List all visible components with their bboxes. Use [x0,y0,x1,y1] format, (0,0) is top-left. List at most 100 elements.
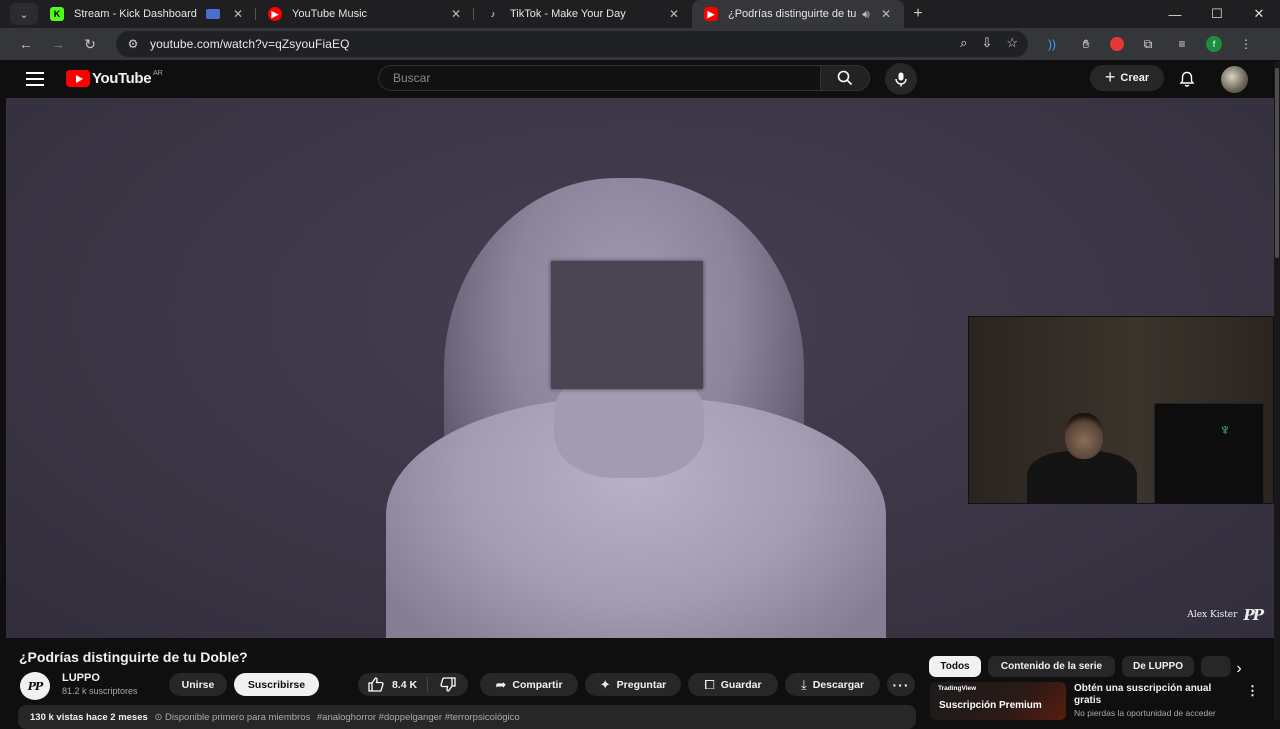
ad-thumbnail[interactable]: TradingView Suscripción Premium [930,682,1066,720]
youtube-play-logo-icon [66,70,90,87]
hashtags[interactable]: #analoghorror #doppelganger #terrorpsico… [317,712,520,723]
ad-subtitle: No pierdas la oportunidad de acceder [1074,708,1216,718]
kick-icon: K [50,7,64,21]
create-button[interactable]: + Crear [1090,65,1164,91]
tab-title: Stream - Kick Dashboard [74,8,197,20]
forward-icon[interactable]: → [42,36,74,52]
thumbs-down-icon [440,677,456,692]
ad-thumbnail-title: Suscripción Premium [939,700,1042,711]
close-tab-icon[interactable]: ✕ [230,7,246,21]
members-first-note: ⊙ Disponible primero para miembros [154,712,311,723]
video-watermark: Alex Kister PP [1187,606,1264,624]
notifications-button[interactable] [1176,68,1198,90]
tab-kick[interactable]: K Stream - Kick Dashboard ✕ [38,0,256,28]
channel-avatar[interactable]: PP [20,672,50,700]
profile-icon[interactable]: f [1206,36,1222,52]
back-icon[interactable]: ← [10,36,42,52]
youtube-music-icon: ▶ [268,7,282,21]
screen-share-icon [206,9,220,19]
chip-series-content[interactable]: Contenido de la serie [988,656,1115,677]
tab-title: ¿Podrías distinguirte de tu Doble? [728,8,858,20]
logo-text: YouTube [92,70,152,87]
share-label: Compartir [512,678,563,691]
country-code: AR [153,70,163,77]
browser-tabstrip: ⌄ K Stream - Kick Dashboard ✕ ▶ YouTube … [0,0,1280,28]
url-text[interactable]: youtube.com/watch?v=qZsyouFiaEQ [150,37,350,51]
extensions-puzzle-icon[interactable]: ⧉ [1138,34,1158,54]
zoom-icon[interactable]: ⌕ [960,35,967,51]
censored-face-box [551,261,703,389]
create-label: Crear [1120,72,1150,84]
tab-tiktok[interactable]: ♪ TikTok - Make Your Day ✕ [474,0,692,28]
tab-title: YouTube Music [292,8,368,20]
webcam-monitor: ♆ [1154,403,1264,503]
menu-icon[interactable] [26,72,44,86]
download-icon: ⤓ [800,676,807,692]
media-control-icon[interactable]: ≡ [1172,34,1192,54]
search-button[interactable] [820,65,870,91]
share-icon: ➦ [495,676,507,692]
youtube-logo[interactable]: YouTube AR [66,70,163,87]
ask-label: Preguntar [616,678,667,691]
tiktok-icon: ♪ [490,9,496,19]
bookmark-star-icon[interactable]: ☆ [1006,35,1018,51]
maximize-icon[interactable]: ☐ [1196,0,1238,28]
close-tab-icon[interactable]: ✕ [448,7,464,21]
reload-icon[interactable]: ↻ [74,36,106,53]
subscribe-button[interactable]: Suscribirse [234,673,319,696]
ad-title[interactable]: Obtén una suscripción anual gratis [1074,683,1238,707]
save-button[interactable]: ⧠ Guardar [688,673,778,696]
razer-logo-icon: ♆ [1219,422,1231,439]
download-label: Descargar [812,678,865,691]
extension-wave-icon[interactable]: )) [1042,34,1062,54]
tab-youtube-video[interactable]: ▶ ¿Podrías distinguirte de tu Doble? 🔊︎ … [692,0,904,28]
minimize-icon[interactable]: — [1154,0,1196,28]
like-button[interactable]: 8.4 K [358,677,428,692]
chip-from-channel[interactable]: De LUPPO [1122,656,1194,677]
tab-title: TikTok - Make Your Day [510,8,626,20]
extension-hand-icon[interactable]: ✋︎ [1076,34,1096,54]
tab-youtube-music[interactable]: ▶ YouTube Music ✕ [256,0,474,28]
watermark-logo: PP [1243,606,1264,624]
audio-playing-icon[interactable]: 🔊︎ [858,7,874,22]
sparkle-icon: ✦ [599,676,611,692]
subscriber-count: 81.2 k suscriptores [62,686,138,696]
close-window-icon[interactable]: ✕ [1238,0,1280,28]
share-button[interactable]: ➦ Compartir [480,673,578,696]
more-actions-button[interactable]: ··· [887,673,915,696]
close-tab-icon[interactable]: ✕ [666,7,682,21]
voice-search-button[interactable] [885,63,917,95]
save-label: Guardar [720,678,762,691]
search-input[interactable]: Buscar [378,65,820,91]
close-tab-icon[interactable]: ✕ [878,7,894,21]
join-button[interactable]: Unirse [169,673,227,696]
browser-menu-icon[interactable]: ⋮ [1236,34,1256,54]
watermark-text: Alex Kister [1187,610,1238,620]
browser-toolbar: ← → ↻ ⚙︎ youtube.com/watch?v=qZsyouFiaEQ… [0,28,1280,60]
install-app-icon[interactable]: ⇩ [981,35,992,51]
chip-all[interactable]: Todos [929,656,981,677]
site-info-icon[interactable]: ⚙︎ [122,37,144,51]
chip-more[interactable] [1201,656,1231,677]
channel-name[interactable]: LUPPO [62,672,100,684]
window-controls: — ☐ ✕ [1154,0,1280,28]
like-dislike-group: 8.4 K [358,673,468,696]
new-tab-button[interactable]: + [904,5,932,23]
chevron-right-icon[interactable]: › [1228,658,1250,680]
webcam-overlay: ♆ [968,316,1274,504]
address-bar[interactable]: ⚙︎ youtube.com/watch?v=qZsyouFiaEQ ⌕ ⇩ ☆ [116,31,1028,57]
ad-menu-icon[interactable]: ⋮ [1246,683,1259,699]
page-scrollbar-thumb[interactable] [1275,68,1279,258]
webcam-person-head [1065,413,1103,459]
search-icon [837,70,853,86]
extension-record-icon[interactable] [1110,37,1124,51]
ask-button[interactable]: ✦ Preguntar [585,673,681,696]
download-button[interactable]: ⤓ Descargar [785,673,880,696]
dislike-button[interactable] [428,677,468,692]
tab-search-button[interactable]: ⌄ [10,3,38,25]
like-count: 8.4 K [391,678,418,691]
account-avatar[interactable] [1221,66,1248,93]
thumbs-up-icon [368,677,384,692]
description-box[interactable]: 130 k vistas hace 2 meses ⊙ Disponible p… [18,705,916,729]
video-title: ¿Podrías distinguirte de tu Doble? [19,649,248,665]
